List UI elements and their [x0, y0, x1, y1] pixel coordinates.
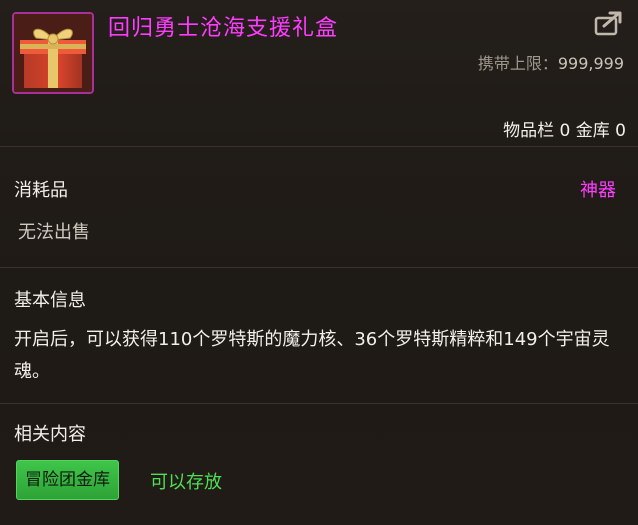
item-name: 回归勇士沧海支援礼盒 [108, 16, 339, 41]
related-section: 相关内容 冒险团金库 可以存放 [0, 404, 638, 525]
storable-status: 可以存放 [150, 472, 222, 493]
trade-restriction: 无法出售 [18, 222, 90, 243]
item-type: 消耗品 [14, 180, 68, 201]
basic-info-section: 基本信息 开启后，可以获得110个罗特斯的魔力核、36个罗特斯精粹和149个宇宙… [0, 268, 638, 404]
share-icon[interactable] [594, 10, 624, 36]
basic-info-heading: 基本信息 [14, 290, 86, 311]
item-rarity: 神器 [580, 180, 616, 201]
related-heading: 相关内容 [14, 424, 86, 445]
item-icon-frame [12, 12, 94, 94]
gift-box-icon [14, 14, 92, 92]
carry-limit-value: 999,999 [557, 54, 624, 73]
tooltip-header: 回归勇士沧海支援礼盒 携带上限：999,999 物品栏 0 金库 0 [0, 0, 638, 147]
item-tooltip: 回归勇士沧海支援礼盒 携带上限：999,999 物品栏 0 金库 0 消耗品 神… [0, 0, 638, 525]
carry-limit: 携带上限：999,999 [478, 50, 624, 74]
carry-limit-label: 携带上限： [477, 54, 558, 73]
item-properties: 消耗品 神器 无法出售 [0, 146, 638, 268]
storage-count: 物品栏 0 金库 0 [503, 121, 626, 141]
item-description: 开启后，可以获得110个罗特斯的魔力核、36个罗特斯精粹和149个宇宙灵魂。 [14, 329, 610, 382]
adventure-vault-tag[interactable]: 冒险团金库 [16, 460, 119, 500]
